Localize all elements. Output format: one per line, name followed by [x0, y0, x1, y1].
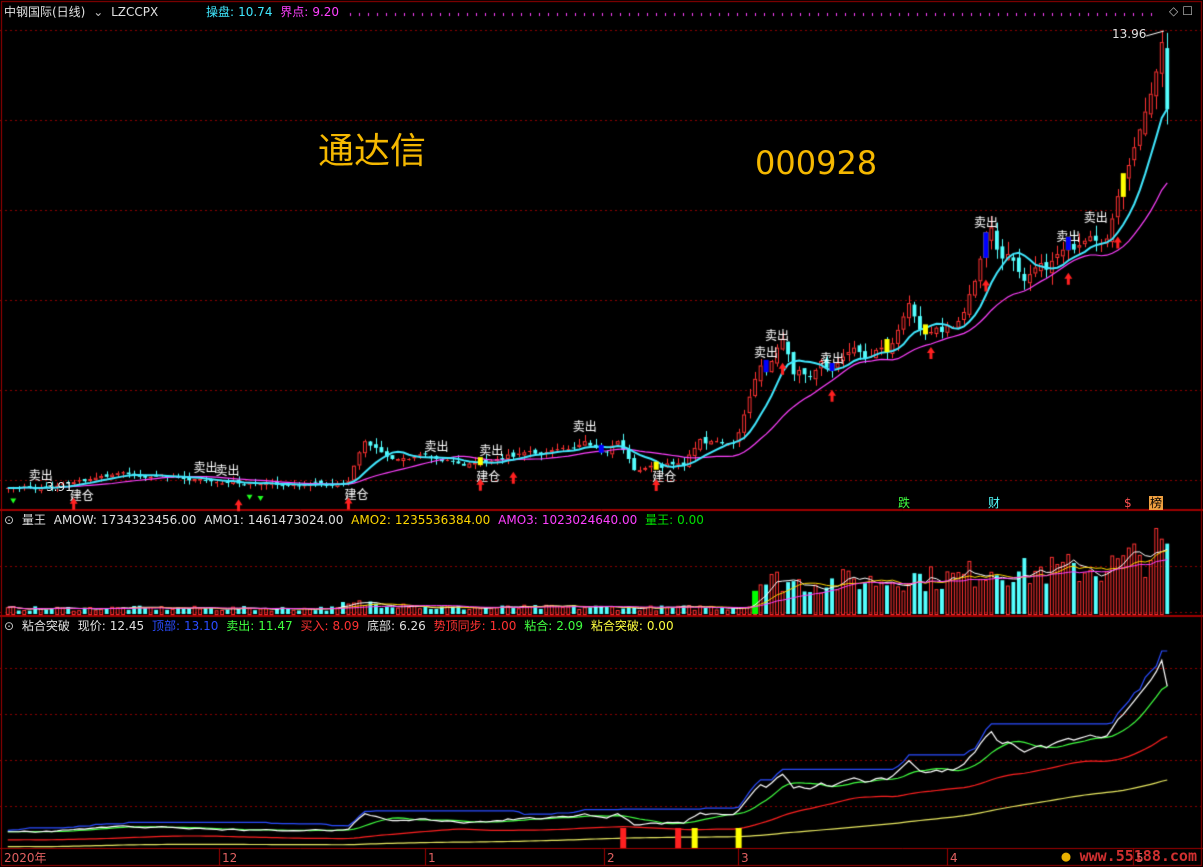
bottom-value: 6.26 — [399, 619, 426, 633]
break-panel-header: ⊙ 粘合突破 现价: 12.45 顶部: 13.10 卖出: 11.47 买入: 8.0… — [4, 619, 678, 633]
x-tick-label: 2020年 — [4, 851, 47, 865]
sell-label: 卖出: — [226, 619, 255, 633]
tag-cai: 财 — [988, 496, 1001, 510]
buy-value: 8.09 — [332, 619, 360, 633]
stock-name[interactable]: 中钢国际(日线) — [4, 5, 85, 19]
close-icon[interactable]: ☐ — [1182, 4, 1193, 18]
x-tick-label: 2 — [607, 851, 615, 865]
x-tick-label: 12 — [222, 851, 238, 865]
top-label: 顶部: — [151, 619, 181, 633]
amow-label: AMOW: — [53, 513, 97, 527]
price-value: 12.45 — [109, 619, 145, 633]
tupo-label: 粘合突破: — [590, 619, 643, 633]
tag-dollar: $ — [1124, 496, 1132, 510]
amo1-label: AMO1: — [204, 513, 244, 527]
x-tick-label: 3 — [741, 851, 749, 865]
caopan-value: 10.74 — [238, 5, 273, 19]
high-price-label: 13.96 — [1112, 27, 1147, 41]
liangwang-value: 0.00 — [677, 513, 704, 527]
break-indicator-name[interactable]: 粘合突破 — [22, 619, 70, 633]
amow-value: 1734323456.00 — [100, 513, 197, 527]
break-panel-gear-icon[interactable]: ⊙ — [4, 619, 14, 633]
volume-panel-header: ⊙ 量王 AMOW: 1734323456.00 AMO1: 1461473024.… — [4, 513, 708, 527]
sell-value: 11.47 — [258, 619, 293, 633]
main-panel-header: 中钢国际(日线) ⌄ LZCCPX 操盘: 10.74 界点: 9.20 — [4, 5, 343, 19]
liangwang-label: 量王: — [645, 513, 674, 527]
nian-label: 粘合: — [524, 619, 553, 633]
sync-label: 势顶同步: — [433, 619, 486, 633]
jiedian-value: 9.20 — [312, 5, 340, 19]
dropdown-icon[interactable]: ⌄ — [93, 5, 103, 19]
buy-label: 买入: — [300, 619, 329, 633]
tupo-value: 0.00 — [646, 619, 674, 633]
x-tick-label: 5 — [1136, 851, 1144, 865]
amo2-value: 1235536384.00 — [394, 513, 491, 527]
x-tick-label: 1 — [428, 851, 436, 865]
sync-value: 1.00 — [489, 619, 517, 633]
software-name-overlay: 通达信 — [318, 131, 427, 172]
jiedian-label: 界点: — [280, 5, 309, 19]
low-price-label: 3.91 — [46, 480, 73, 494]
panel-controls: ◇ ☐ — [1169, 4, 1197, 18]
price-label: 现价: — [77, 619, 106, 633]
stock-code-overlay: 000928 — [755, 144, 878, 182]
x-tick-label: 4 — [950, 851, 958, 865]
amo1-value: 1461473024.00 — [247, 513, 344, 527]
tag-bang: 榜 — [1149, 496, 1164, 510]
nian-value: 2.09 — [556, 619, 583, 633]
diamond-icon[interactable]: ◇ — [1169, 4, 1178, 18]
stock-chart-canvas[interactable] — [0, 0, 1203, 867]
amo3-label: AMO3: — [498, 513, 538, 527]
volume-indicator-name[interactable]: 量王 — [22, 513, 46, 527]
indicator-name[interactable]: LZCCPX — [111, 5, 158, 19]
caopan-label: 操盘: — [206, 5, 235, 19]
volume-panel-gear-icon[interactable]: ⊙ — [4, 513, 14, 527]
bottom-label: 底部: — [367, 619, 396, 633]
watermark: ● www.55188.com — [1061, 847, 1197, 865]
amo3-value: 1023024640.00 — [541, 513, 638, 527]
tag-die: 跌 — [898, 496, 911, 510]
top-value: 13.10 — [184, 619, 219, 633]
amo2-label: AMO2: — [351, 513, 391, 527]
